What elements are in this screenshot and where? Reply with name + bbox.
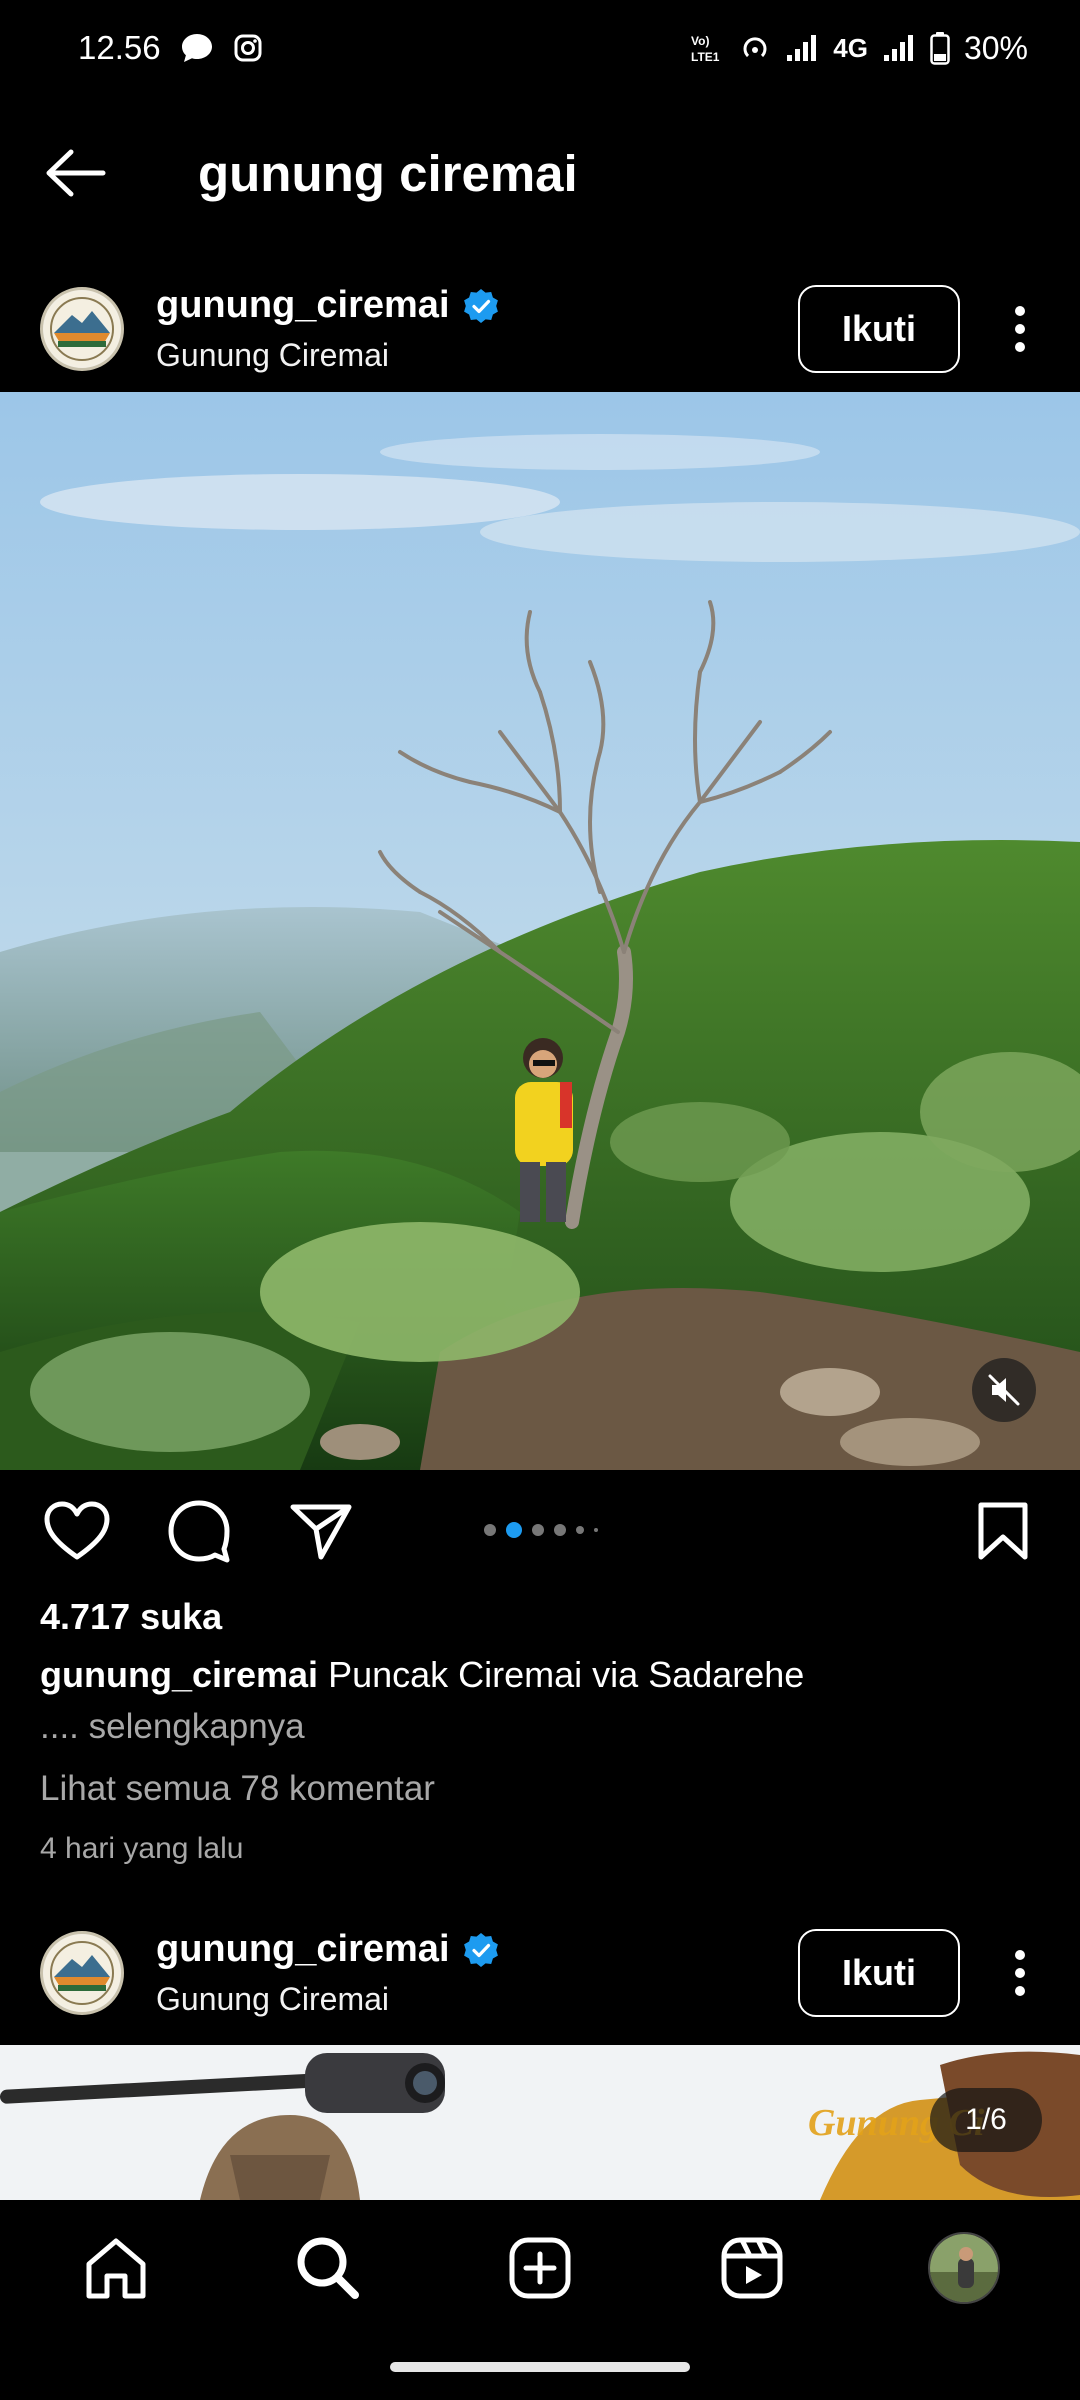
user-block: gunung_ciremai Gunung Ciremai: [156, 284, 500, 374]
comment-icon: [168, 1500, 230, 1563]
carousel-dot: [576, 1526, 584, 1534]
caption: gunung_ciremai Puncak Ciremai via Sadare…: [40, 1654, 804, 1696]
post-header-2: gunung_ciremai Gunung Ciremai Ikuti: [0, 1918, 1080, 2028]
follow-button-2[interactable]: Ikuti: [798, 1929, 960, 2017]
bottom-nav: [0, 2200, 1080, 2335]
verified-badge-icon: [463, 1932, 498, 1967]
signal-icon: [785, 33, 819, 63]
message-notification-icon: [179, 31, 215, 65]
user-row-2: gunung_ciremai: [156, 1928, 500, 1971]
home-indicator[interactable]: [390, 2362, 690, 2372]
post-timestamp: 4 hari yang lalu: [40, 1832, 244, 1865]
save-button[interactable]: [962, 1490, 1044, 1572]
user-block-2: gunung_ciremai Gunung Ciremai: [156, 1928, 500, 2018]
video-thumbnail: Gunung Ci: [0, 2045, 1080, 2200]
verified-badge-icon: [463, 288, 498, 323]
comment-button[interactable]: [158, 1490, 240, 1572]
post-image-2[interactable]: Gunung Ci: [0, 2045, 1080, 2200]
search-icon: [297, 2237, 359, 2299]
carousel-dot: [532, 1524, 544, 1536]
avatar-2[interactable]: [40, 1931, 124, 2015]
more-vertical-icon: [1015, 306, 1025, 352]
status-right: Vo) LTE1 4G 30%: [689, 30, 1028, 67]
speaker-muted-icon: [988, 1374, 1020, 1406]
location[interactable]: Gunung Ciremai: [156, 337, 500, 374]
status-bar: 12.56 Vo) LTE1 4G 30%: [0, 0, 1080, 96]
more-options-button-2[interactable]: [960, 1929, 1080, 2017]
bookmark-icon: [978, 1502, 1028, 1560]
share-button[interactable]: [280, 1490, 362, 1572]
view-comments-link[interactable]: Lihat semua 78 komentar: [40, 1769, 435, 1809]
reels-icon: [721, 2237, 783, 2298]
like-button[interactable]: [36, 1490, 118, 1572]
back-button[interactable]: [0, 118, 150, 228]
post-header: gunung_ciremai Gunung Ciremai Ikuti: [0, 274, 1080, 384]
follow-button[interactable]: Ikuti: [798, 285, 960, 373]
battery-percent: 30%: [963, 29, 1028, 66]
nav-home[interactable]: [61, 2213, 171, 2323]
carousel-dot: [594, 1528, 598, 1532]
nav-create[interactable]: [485, 2213, 595, 2323]
home-icon: [86, 2238, 146, 2298]
hotspot-icon: [739, 32, 771, 64]
avatar[interactable]: [40, 287, 124, 371]
mute-button[interactable]: [972, 1358, 1036, 1422]
username[interactable]: gunung_ciremai: [156, 284, 450, 327]
like-count[interactable]: 4.717 suka: [40, 1596, 222, 1638]
read-more-link[interactable]: .... selengkapnya: [40, 1707, 305, 1747]
carousel-indicator: [484, 1522, 598, 1538]
network-type: 4G: [833, 32, 868, 63]
nav-reels[interactable]: [697, 2213, 807, 2323]
carousel-dot: [554, 1524, 566, 1536]
account-logo-icon: [45, 1936, 119, 2010]
send-icon: [290, 1504, 352, 1560]
battery-icon: [930, 31, 950, 65]
caption-text: Puncak Ciremai via Sadarehe: [328, 1654, 805, 1695]
more-options-button[interactable]: [960, 285, 1080, 373]
carousel-counter: 1/6: [930, 2088, 1042, 2152]
arrow-left-icon: [46, 149, 106, 197]
profile-avatar: [928, 2231, 1000, 2304]
post-image[interactable]: [0, 392, 1080, 1470]
caption-username[interactable]: gunung_ciremai: [40, 1654, 318, 1695]
page-title: gunung ciremai: [198, 144, 578, 202]
nav-profile[interactable]: [909, 2213, 1019, 2323]
heart-icon: [44, 1501, 110, 1560]
signal-icon-2: [882, 33, 916, 63]
nav-search[interactable]: [273, 2213, 383, 2323]
carousel-dot: [506, 1522, 522, 1538]
clock: 12.56: [78, 29, 161, 66]
user-row: gunung_ciremai: [156, 284, 500, 327]
location-2[interactable]: Gunung Ciremai: [156, 1981, 500, 2018]
status-left: 12.56: [78, 29, 263, 67]
volte-icon: Vo) LTE1: [689, 31, 725, 65]
instagram-notification-icon: [233, 33, 263, 63]
carousel-dot: [484, 1524, 496, 1536]
svg-text:LTE1: LTE1: [691, 50, 720, 64]
top-bar: gunung ciremai: [0, 118, 1080, 228]
create-icon: [509, 2237, 571, 2298]
account-logo-icon: [45, 292, 119, 366]
more-vertical-icon: [1015, 1950, 1025, 1996]
mountain-photo: [0, 392, 1080, 1470]
username-2[interactable]: gunung_ciremai: [156, 1928, 450, 1971]
svg-text:Vo): Vo): [691, 34, 709, 48]
